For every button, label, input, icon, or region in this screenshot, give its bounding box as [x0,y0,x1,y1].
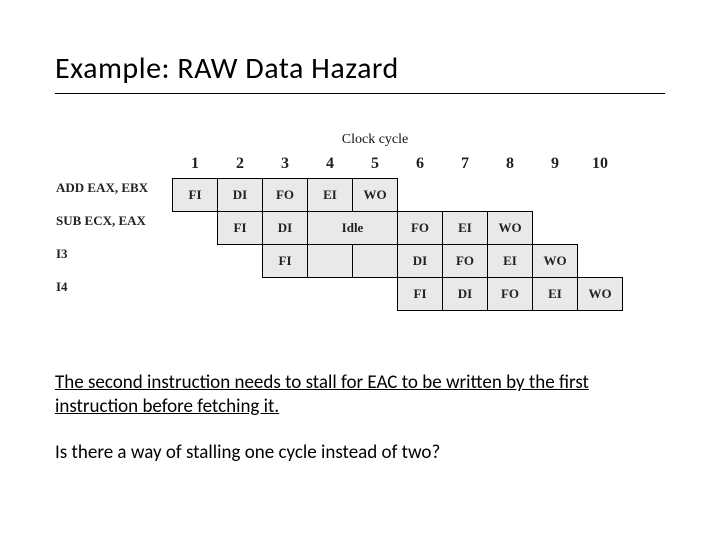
body-text: The second instruction needs to stall fo… [55,371,665,464]
cell-empty [218,245,263,278]
col-9: 9 [533,150,578,179]
slide-title: Example: RAW Data Hazard [55,50,665,94]
cell: DI [443,278,488,311]
explanation-paragraph: The second instruction needs to stall fo… [55,371,665,419]
cell-empty [533,212,578,245]
table-row: SUB ECX, EAX FI DI Idle FO EI WO [55,212,623,245]
cell-empty [308,278,353,311]
cell-blank [308,245,353,278]
col-3: 3 [263,150,308,179]
col-10: 10 [578,150,623,179]
col-5: 5 [353,150,398,179]
cell-empty [218,278,263,311]
cell: WO [578,278,623,311]
slide: Example: RAW Data Hazard Clock cycle 1 2… [0,0,720,540]
pipeline-table: 1 2 3 4 5 6 7 8 9 10 ADD EAX, EBX FI DI [55,150,623,311]
cell: DI [263,212,308,245]
cell: DI [218,179,263,212]
cell-empty [578,212,623,245]
cell-empty [173,245,218,278]
col-1: 1 [173,150,218,179]
cell: EI [443,212,488,245]
row-label-add: ADD EAX, EBX [55,179,173,212]
cell-empty [443,179,488,212]
row-label-i4: I4 [55,278,173,311]
table-row: ADD EAX, EBX FI DI FO EI WO [55,179,623,212]
col-7: 7 [443,150,488,179]
cell: FI [218,212,263,245]
cell: EI [533,278,578,311]
cell: FO [443,245,488,278]
cell: WO [533,245,578,278]
cell-empty [533,179,578,212]
cell: FI [173,179,218,212]
table-row: I3 FI DI FO EI WO [55,245,623,278]
col-8: 8 [488,150,533,179]
cell: DI [398,245,443,278]
header-row: 1 2 3 4 5 6 7 8 9 10 [55,150,623,179]
cell: FO [398,212,443,245]
cell: FO [263,179,308,212]
question-paragraph: Is there a way of stalling one cycle ins… [55,441,665,465]
cell-blank [353,245,398,278]
cell: FO [488,278,533,311]
cell: FI [398,278,443,311]
col-6: 6 [398,150,443,179]
cell-empty [173,212,218,245]
pipeline-table-wrap: Clock cycle 1 2 3 4 5 6 7 8 9 10 [55,132,665,311]
cell-idle: Idle [308,212,398,245]
cell: WO [488,212,533,245]
cell-empty [488,179,533,212]
cell-empty [173,278,218,311]
cell: FI [263,245,308,278]
header-corner [55,150,173,179]
table-row: I4 FI DI FO EI WO [55,278,623,311]
row-label-sub: SUB ECX, EAX [55,212,173,245]
cell-empty [353,278,398,311]
cell-empty [578,245,623,278]
cell: EI [308,179,353,212]
col-2: 2 [218,150,263,179]
cell-empty [578,179,623,212]
cell-empty [263,278,308,311]
clock-cycle-caption: Clock cycle [165,132,585,148]
cell: EI [488,245,533,278]
cell: WO [353,179,398,212]
row-label-i3: I3 [55,245,173,278]
cell-empty [398,179,443,212]
col-4: 4 [308,150,353,179]
